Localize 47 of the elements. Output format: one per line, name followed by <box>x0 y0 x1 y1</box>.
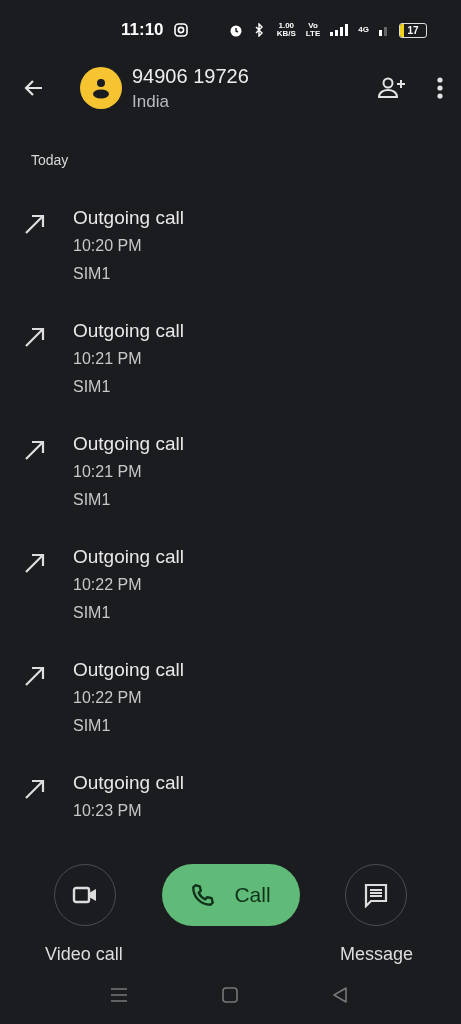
status-time: 11:10 <box>121 20 164 40</box>
phone-number: 94906 19726 <box>132 64 250 88</box>
outgoing-arrow-icon <box>24 665 46 687</box>
outgoing-arrow-icon <box>24 778 46 800</box>
section-header: Today <box>30 151 70 168</box>
volte-indicator: Vo LTE <box>305 22 321 38</box>
call-time: 10:23 PM <box>73 801 143 821</box>
alarm-icon <box>228 23 243 37</box>
add-contact-button[interactable] <box>377 76 407 100</box>
home-nav-button[interactable] <box>222 987 238 1003</box>
back-nav-button[interactable] <box>332 987 348 1003</box>
camera-app-icon <box>173 23 188 37</box>
sim-label: SIM1 <box>73 264 112 284</box>
call-type: Outgoing call <box>73 771 184 795</box>
contact-avatar <box>80 67 122 109</box>
call-button[interactable]: Call <box>161 864 300 926</box>
network-speed: 1.00 KB/S <box>276 22 296 38</box>
signal-icon <box>379 24 389 36</box>
call-type: Outgoing call <box>73 432 184 456</box>
contact-location: India <box>132 91 170 112</box>
message-label: Message <box>339 944 413 965</box>
message-icon <box>363 882 389 908</box>
network-type: 4G <box>358 26 369 34</box>
call-time: 10:21 PM <box>73 349 143 369</box>
outgoing-arrow-icon <box>24 552 46 574</box>
signal-icon <box>330 24 349 36</box>
outgoing-arrow-icon <box>24 213 46 235</box>
more-options-button[interactable] <box>437 77 443 99</box>
call-time: 10:22 PM <box>73 575 143 595</box>
call-type: Outgoing call <box>73 319 184 343</box>
video-call-label: Video call <box>45 944 123 965</box>
outgoing-arrow-icon <box>24 326 46 348</box>
call-time: 10:22 PM <box>73 688 143 708</box>
video-camera-icon <box>72 885 98 905</box>
sim-label: SIM1 <box>73 603 112 623</box>
sim-label: SIM1 <box>73 716 112 736</box>
call-type: Outgoing call <box>73 545 184 569</box>
sim-label: SIM1 <box>73 490 112 510</box>
call-type: Outgoing call <box>73 658 184 682</box>
phone-icon <box>190 882 217 908</box>
call-time: 10:20 PM <box>73 236 143 256</box>
call-type: Outgoing call <box>73 206 184 230</box>
battery-indicator: 17 <box>399 22 427 38</box>
sim-label: SIM1 <box>73 377 112 397</box>
outgoing-arrow-icon <box>24 439 46 461</box>
menu-nav-button[interactable] <box>110 987 128 1003</box>
call-time: 10:21 PM <box>73 462 143 482</box>
